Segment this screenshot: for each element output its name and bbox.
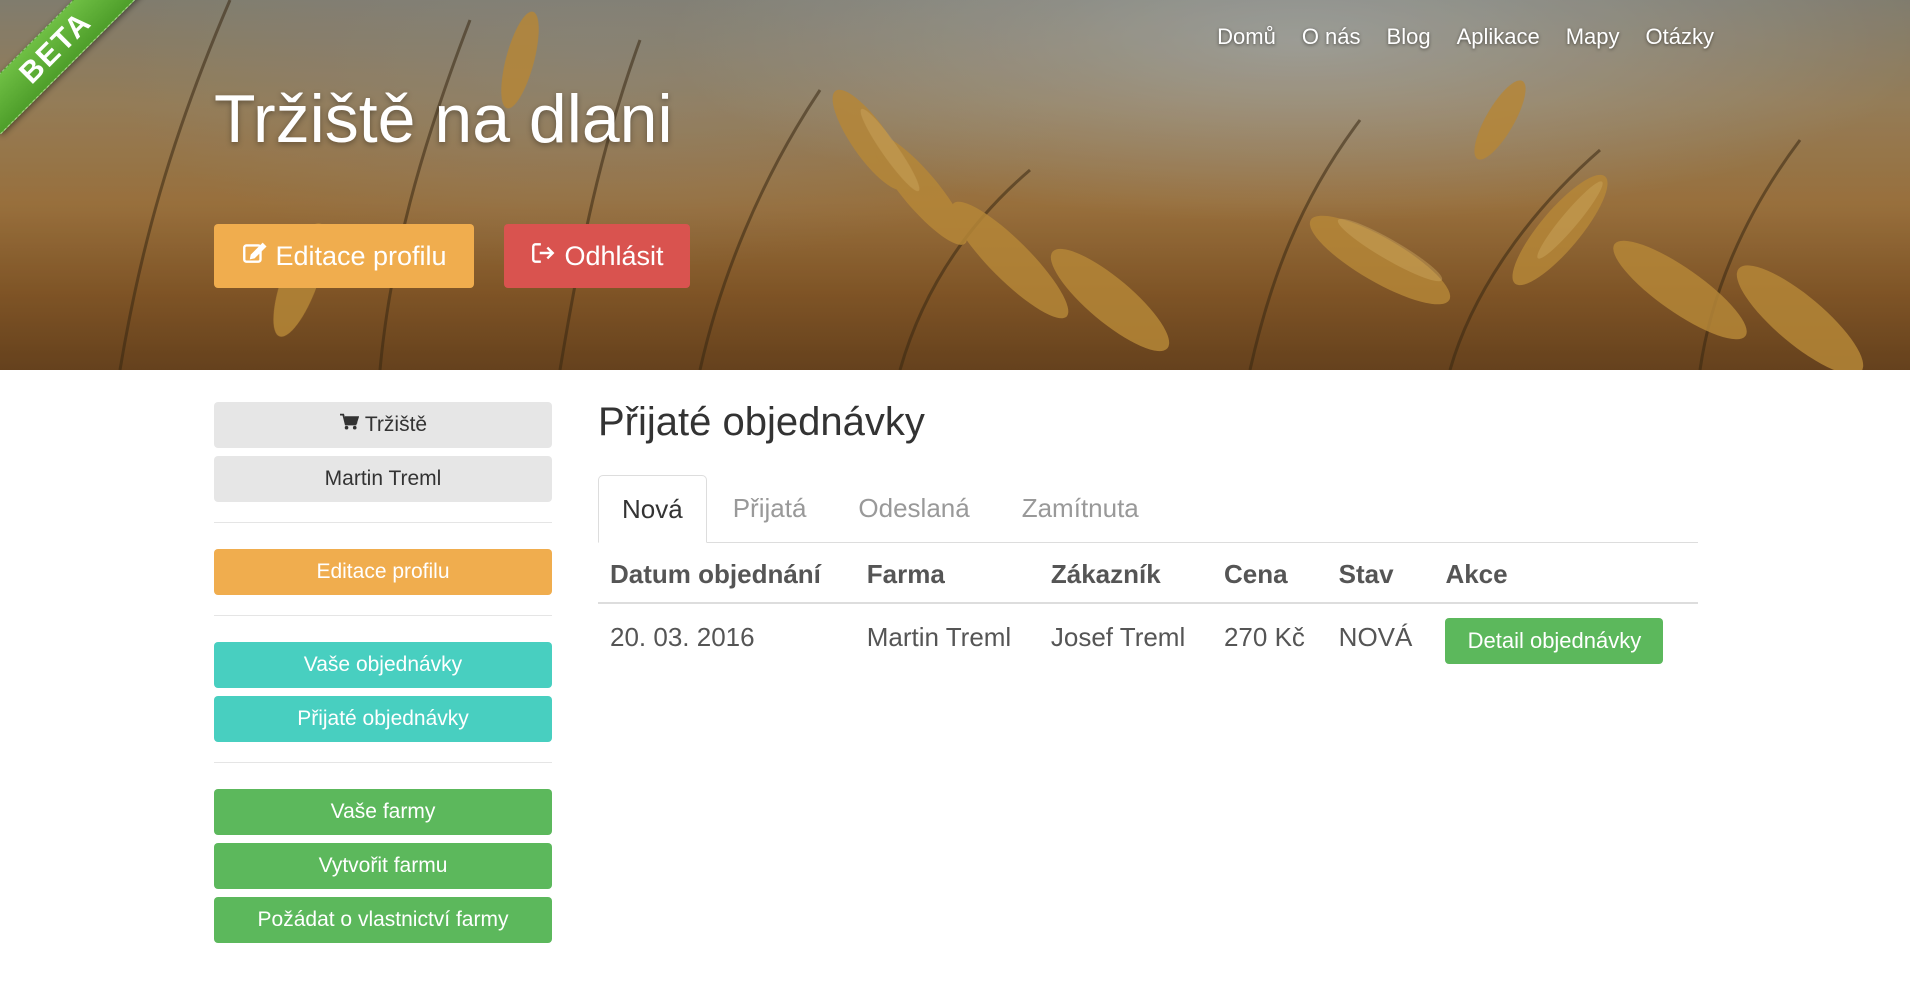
site-title: Tržiště na dlani bbox=[214, 81, 673, 157]
hero-logout-button[interactable]: Odhlásit bbox=[504, 224, 690, 288]
order-detail-button[interactable]: Detail objednávky bbox=[1445, 618, 1664, 664]
nav-link-about[interactable]: O nás bbox=[1302, 24, 1361, 50]
tab-rejected[interactable]: Zamítnuta bbox=[996, 475, 1165, 542]
column-header-customer: Zákazník bbox=[1038, 543, 1212, 604]
order-action-cell: Detail objednávky bbox=[1433, 603, 1698, 682]
tab-accepted[interactable]: Přijatá bbox=[707, 475, 833, 542]
sidebar-divider bbox=[214, 522, 552, 523]
table-row: 20. 03. 2016 Martin Treml Josef Treml 27… bbox=[598, 603, 1698, 682]
column-header-action: Akce bbox=[1433, 543, 1698, 604]
order-price: 270 Kč bbox=[1223, 622, 1305, 652]
nav-link-apps[interactable]: Aplikace bbox=[1457, 24, 1540, 50]
tab-new[interactable]: Nová bbox=[598, 475, 707, 543]
hero-logout-label: Odhlásit bbox=[564, 240, 664, 271]
nav-link-blog[interactable]: Blog bbox=[1387, 24, 1431, 50]
sidebar-your-farms-button[interactable]: Vaše farmy bbox=[214, 789, 552, 835]
sidebar-market-label: Tržiště bbox=[364, 413, 428, 436]
main-content: Přijaté objednávky Nová Přijatá Odeslaná… bbox=[598, 400, 1698, 682]
hero-overlay bbox=[0, 0, 1910, 370]
hero-banner bbox=[0, 0, 1910, 370]
column-header-date: Datum objednání bbox=[598, 543, 855, 604]
order-customer: Josef Treml bbox=[1050, 622, 1186, 652]
order-date: 20. 03. 2016 bbox=[610, 622, 755, 652]
order-farm: Martin Treml bbox=[866, 622, 1012, 652]
order-status: NOVÁ bbox=[1338, 622, 1413, 652]
cart-icon bbox=[339, 413, 360, 437]
sidebar-divider bbox=[214, 762, 552, 763]
sidebar-received-orders-button[interactable]: Přijaté objednávky bbox=[214, 696, 552, 742]
sidebar-divider bbox=[214, 615, 552, 616]
nav-link-faq[interactable]: Otázky bbox=[1646, 24, 1714, 50]
hero-edit-profile-button[interactable]: Editace profilu bbox=[214, 224, 474, 288]
page-title: Přijaté objednávky bbox=[598, 400, 925, 444]
order-status-tabs: Nová Přijatá Odeslaná Zamítnuta bbox=[598, 475, 1698, 543]
logout-icon bbox=[530, 240, 556, 273]
sidebar-your-orders-button[interactable]: Vaše objednávky bbox=[214, 642, 552, 688]
edit-icon bbox=[241, 240, 267, 273]
sidebar-edit-profile-button[interactable]: Editace profilu bbox=[214, 549, 552, 595]
nav-link-maps[interactable]: Mapy bbox=[1566, 24, 1620, 50]
column-header-price: Cena bbox=[1211, 543, 1327, 604]
sidebar-market-button[interactable]: Tržiště bbox=[214, 402, 552, 448]
sidebar-user-name[interactable]: Martin Treml bbox=[214, 456, 552, 502]
hero-edit-profile-label: Editace profilu bbox=[275, 240, 447, 271]
nav-link-home[interactable]: Domů bbox=[1217, 24, 1276, 50]
tab-sent[interactable]: Odeslaná bbox=[832, 475, 995, 542]
column-header-farm: Farma bbox=[854, 543, 1039, 604]
sidebar: Tržiště Martin Treml Editace profilu Vaš… bbox=[214, 402, 552, 951]
sidebar-request-ownership-button[interactable]: Požádat o vlastnictví farmy bbox=[214, 897, 552, 943]
column-header-status: Stav bbox=[1326, 543, 1434, 604]
table-header-row: Datum objednání Farma Zákazník Cena Stav… bbox=[598, 543, 1698, 604]
sidebar-create-farm-button[interactable]: Vytvořit farmu bbox=[214, 843, 552, 889]
orders-table: Datum objednání Farma Zákazník Cena Stav… bbox=[598, 543, 1698, 682]
top-navigation: Domů O nás Blog Aplikace Mapy Otázky bbox=[1217, 24, 1714, 50]
